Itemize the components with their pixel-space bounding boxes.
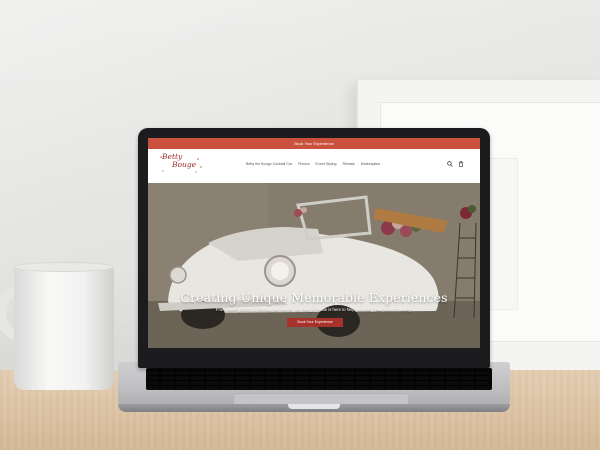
hero-section: Creating Unique Memorable Experiences Fr… <box>148 183 480 348</box>
main-nav: Betty the Bouge Cocktail Car Picnics Eve… <box>246 162 380 166</box>
header-icons <box>447 161 464 167</box>
coffee-mug <box>14 266 114 390</box>
laptop-screen: Book Your Experience Betty Bouge Betty t… <box>148 138 480 348</box>
site-header: Betty Bouge Betty the Bouge Cocktail Car… <box>148 149 480 183</box>
logo-text-2: Bouge <box>172 160 197 169</box>
search-icon[interactable] <box>447 161 453 167</box>
nav-item-picnics[interactable]: Picnics <box>298 162 309 166</box>
nav-item-event-styling[interactable]: Event Styling <box>316 162 337 166</box>
announcement-bar[interactable]: Book Your Experience <box>148 138 480 149</box>
laptop-keyboard <box>146 368 492 390</box>
cart-icon[interactable] <box>458 161 464 167</box>
mug-rim <box>14 262 114 272</box>
laptop-notch <box>288 404 340 409</box>
hero-subtitle: From lavish picnics to extravagant event… <box>215 307 413 312</box>
site-logo[interactable]: Betty Bouge <box>162 153 206 169</box>
hero-title: Creating Unique Memorable Experiences <box>180 290 448 305</box>
nav-item-cocktail-car[interactable]: Betty the Bouge Cocktail Car <box>246 162 292 166</box>
book-experience-button[interactable]: Book Your Experience <box>287 318 343 327</box>
nav-item-rentals[interactable]: Rentals <box>343 162 355 166</box>
nav-item-marketplace[interactable]: Marketplace <box>361 162 381 166</box>
